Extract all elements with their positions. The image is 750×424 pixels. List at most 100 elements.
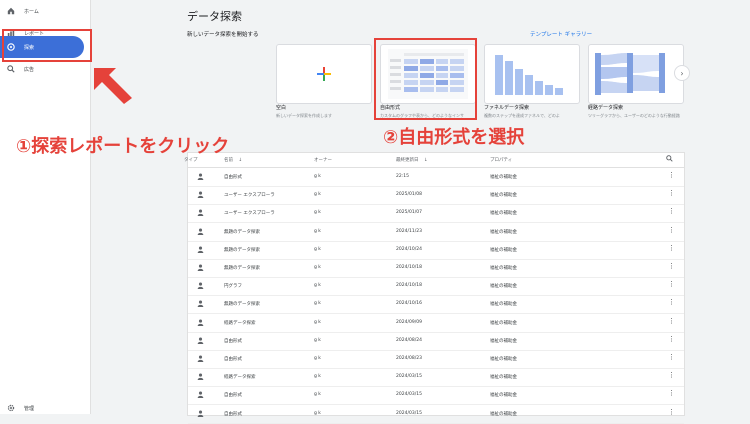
sidebar-item-admin[interactable]: 管理: [0, 397, 90, 419]
column-header-owner[interactable]: オーナー: [314, 157, 332, 163]
person-icon: [197, 319, 204, 328]
more-vert-icon[interactable]: ⋮: [668, 244, 675, 252]
table-row[interactable]: 無題のデータ探索 g k 2024/10/24 福祉の補助金 ⋮: [188, 241, 684, 260]
row-property: 福祉の補助金: [490, 320, 517, 326]
more-vert-icon[interactable]: ⋮: [668, 372, 675, 379]
table-row[interactable]: 自由形式 g k 22:15 福祉の補助金 ⋮: [188, 168, 684, 187]
more-vert-icon[interactable]: ⋮: [668, 335, 675, 343]
annotation-step2: ②自由形式を選択: [383, 127, 525, 148]
person-icon: [197, 300, 204, 309]
row-name[interactable]: 円グラフ: [224, 283, 242, 289]
row-owner: g k: [314, 210, 321, 216]
table-search-icon[interactable]: [666, 155, 673, 164]
row-modified: 2024/11/23: [396, 228, 422, 234]
row-name[interactable]: 無題のデータ探索: [224, 229, 260, 235]
row-property: 福祉の補助金: [490, 375, 517, 381]
sort-arrow-down-icon: ↓: [238, 158, 243, 163]
table-row[interactable]: 無題のデータ探索 g k 2024/10/16 福祉の補助金 ⋮: [188, 295, 684, 315]
gear-icon: [6, 403, 16, 413]
row-name[interactable]: 無題のデータ探索: [224, 301, 260, 307]
person-icon: [197, 410, 204, 419]
table-row[interactable]: 自由形式 g k 2024/08/23 福祉の補助金 ⋮: [188, 350, 684, 369]
row-name[interactable]: 経路データ探索: [224, 374, 256, 380]
row-modified: 2024/10/16: [396, 301, 422, 307]
more-vert-icon[interactable]: ⋮: [668, 299, 675, 306]
template-card-blank[interactable]: [276, 44, 372, 104]
home-icon: [6, 6, 16, 16]
column-header-modified-label: 最終更新日: [396, 158, 419, 163]
row-modified: 22:15: [396, 174, 409, 179]
row-property: 福祉の補助金: [490, 393, 517, 399]
template-label-funnel: ファネルデータ探索: [484, 105, 530, 111]
table-header: タイプ 名前 ↓ オーナー 最終更新日 ↓ プロパティ: [184, 153, 684, 168]
more-vert-icon[interactable]: ⋮: [668, 208, 675, 215]
row-name[interactable]: 自由形式: [224, 392, 242, 398]
more-vert-icon[interactable]: ⋮: [668, 190, 675, 197]
row-property: 福祉の補助金: [490, 211, 517, 217]
row-modified: 2024/03/15: [396, 392, 422, 398]
person-icon: [197, 228, 204, 237]
row-name[interactable]: 自由形式: [224, 356, 242, 362]
table-row[interactable]: 無題のデータ探索 g k 2024/10/18 福祉の補助金 ⋮: [188, 259, 684, 278]
table-row[interactable]: ユーザー エクスプローラ g k 2025/01/08 福祉の補助金 ⋮: [188, 186, 684, 206]
row-modified: 2024/10/18: [396, 265, 422, 270]
row-modified: 2025/01/07: [396, 210, 422, 216]
table-row[interactable]: ユーザー エクスプローラ g k 2025/01/07 福祉の補助金 ⋮: [188, 204, 684, 224]
sidebar-item-home[interactable]: ホーム: [0, 0, 90, 22]
sidebar: ホーム レポート 探索 広告 管理: [0, 0, 91, 414]
more-vert-icon[interactable]: ⋮: [668, 354, 675, 361]
table-row[interactable]: 円グラフ g k 2024/10/18 福祉の補助金 ⋮: [188, 277, 684, 297]
row-name[interactable]: ユーザー エクスプローラ: [224, 192, 275, 198]
row-name[interactable]: ユーザー エクスプローラ: [224, 210, 275, 216]
row-name[interactable]: 自由形式: [224, 174, 242, 180]
more-vert-icon[interactable]: ⋮: [668, 172, 675, 179]
table-row[interactable]: 無題のデータ探索 g k 2024/11/23 福祉の補助金 ⋮: [188, 223, 684, 242]
start-new-exploration-heading: 新しいデータ探索を開始する: [187, 32, 259, 38]
row-name[interactable]: 無題のデータ探索: [224, 265, 260, 271]
row-owner: g k: [314, 374, 321, 380]
row-owner: g k: [314, 246, 321, 252]
row-modified: 2025/01/08: [396, 192, 422, 198]
more-vert-icon[interactable]: ⋮: [668, 281, 675, 288]
row-property: 福祉の補助金: [490, 284, 517, 290]
more-vert-icon[interactable]: ⋮: [668, 317, 675, 325]
more-vert-icon[interactable]: ⋮: [668, 263, 675, 270]
table-row[interactable]: 経路データ探索 g k 2024/03/15 福祉の補助金 ⋮: [188, 368, 684, 388]
template-label-path: 経路データ探索: [588, 105, 624, 111]
column-header-modified[interactable]: 最終更新日 ↓: [396, 157, 428, 163]
more-vert-icon[interactable]: ⋮: [668, 390, 675, 397]
row-modified: 2024/08/23: [396, 356, 422, 361]
sidebar-item-label: 管理: [24, 405, 35, 412]
row-property: 福祉の補助金: [490, 357, 517, 362]
row-owner: g k: [314, 356, 321, 361]
template-desc-path: ツリーグラフから、ユーザーのどのような行動経路が: [588, 113, 680, 118]
row-owner: g k: [314, 301, 321, 307]
row-name[interactable]: 経路データ探索: [224, 320, 256, 326]
row-name[interactable]: 無題のデータ探索: [224, 247, 260, 253]
row-owner: g k: [314, 192, 321, 198]
row-owner: g k: [314, 410, 321, 416]
template-card-path[interactable]: [588, 44, 684, 104]
row-owner: g k: [314, 337, 321, 343]
column-header-property[interactable]: プロパティ: [490, 157, 512, 163]
row-owner: g k: [314, 283, 321, 289]
table-row[interactable]: 自由形式 g k 2024/03/15 福祉の補助金 ⋮: [188, 386, 684, 406]
row-property: 福祉の補助金: [490, 193, 517, 199]
more-vert-icon[interactable]: ⋮: [668, 408, 675, 416]
person-icon: [197, 337, 204, 346]
row-modified: 2024/10/18: [396, 283, 422, 289]
template-next-button[interactable]: ›: [674, 65, 690, 81]
more-vert-icon[interactable]: ⋮: [668, 226, 675, 234]
table-row[interactable]: 自由形式 g k 2024/08/24 福祉の補助金 ⋮: [188, 332, 684, 351]
plus-icon: [317, 67, 331, 81]
template-gallery-link[interactable]: テンプレート ギャラリー: [530, 30, 592, 38]
table-row[interactable]: 自由形式 g k 2024/03/15 福祉の補助金 ⋮: [188, 405, 684, 424]
row-owner: g k: [314, 174, 321, 179]
table-row[interactable]: 経路データ探索 g k 2024/09/09 福祉の補助金 ⋮: [188, 314, 684, 333]
template-card-funnel[interactable]: [484, 44, 580, 104]
row-owner: g k: [314, 319, 321, 325]
row-owner: g k: [314, 228, 321, 234]
highlight-explore-box: [2, 29, 92, 62]
sort-arrow-down-icon: ↓: [423, 158, 428, 163]
row-name[interactable]: 自由形式: [224, 338, 242, 344]
